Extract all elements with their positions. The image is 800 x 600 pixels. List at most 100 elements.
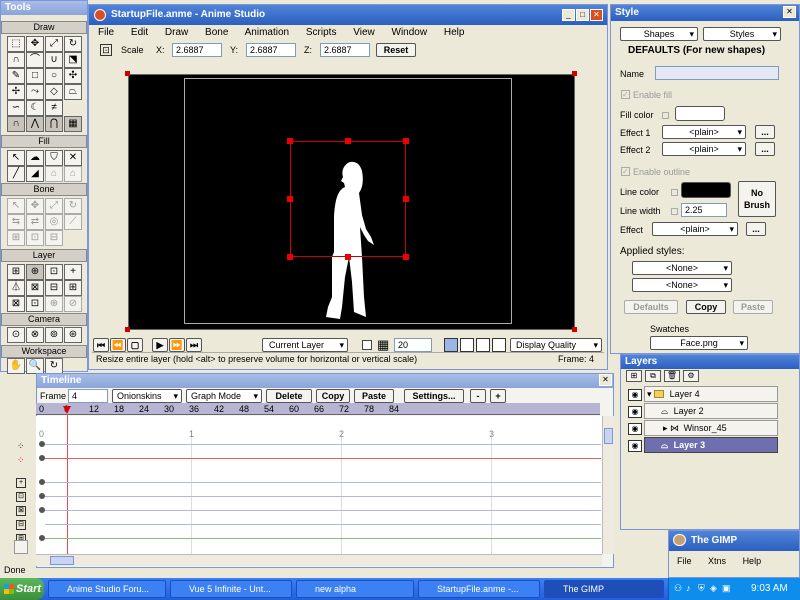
timeline-close-button[interactable]: ✕ bbox=[599, 374, 612, 386]
fill-color-swatch[interactable] bbox=[675, 106, 725, 121]
style-copy-button[interactable]: Copy bbox=[686, 300, 726, 314]
track-row[interactable] bbox=[45, 524, 601, 525]
noise-tool-icon[interactable]: ∽ bbox=[7, 100, 25, 116]
hscroll-thumb[interactable] bbox=[50, 556, 74, 565]
smooth-tool-icon[interactable]: ∩ bbox=[7, 116, 25, 132]
view-quad-icon[interactable] bbox=[492, 338, 506, 352]
fill-color-check[interactable] bbox=[662, 112, 669, 119]
duplicate-layer-icon[interactable]: ⧉ bbox=[645, 370, 661, 382]
rotate-bone-tool-icon[interactable]: ↻ bbox=[64, 198, 82, 214]
canvas[interactable] bbox=[128, 74, 575, 330]
timeline-vscroll[interactable] bbox=[602, 416, 614, 554]
enable-fill-checkbox[interactable]: ✓ bbox=[621, 90, 630, 99]
copy-keys-button[interactable]: Copy bbox=[316, 389, 350, 403]
scale-handle-tc[interactable] bbox=[345, 138, 351, 144]
prev-frame-button[interactable]: ⏪ bbox=[110, 338, 126, 352]
scale-handle-ml[interactable] bbox=[287, 196, 293, 202]
play-button[interactable]: ▶ bbox=[152, 338, 168, 352]
tray-app-icon[interactable]: ◈ bbox=[710, 583, 717, 594]
zoom-workspace-tool-icon[interactable]: 🔍 bbox=[26, 358, 44, 374]
layer-visibility-icon[interactable]: ◉ bbox=[628, 389, 642, 401]
translate-points-tool-icon[interactable]: ✥ bbox=[26, 36, 44, 52]
scale-handle-tr[interactable] bbox=[403, 138, 409, 144]
effect1-edit-button[interactable]: ... bbox=[755, 125, 775, 139]
tray-shield-icon[interactable]: ⛨ bbox=[698, 583, 705, 594]
menu-file[interactable]: File bbox=[98, 27, 114, 38]
line-width-check[interactable] bbox=[671, 208, 678, 215]
scale-handle-bc[interactable] bbox=[345, 254, 351, 260]
pan-tilt-camera-tool-icon[interactable]: ⊛ bbox=[64, 327, 82, 343]
draw-shape-tool-icon[interactable]: □ bbox=[26, 68, 44, 84]
new-layer-icon[interactable]: ⊞ bbox=[626, 370, 642, 382]
keyframe[interactable] bbox=[39, 493, 45, 499]
scale-y-input[interactable]: 2.6887 bbox=[246, 43, 296, 57]
corner-tool-icon[interactable]: ◇ bbox=[45, 84, 63, 100]
select-bone-tool-icon[interactable]: ↖ bbox=[7, 198, 25, 214]
taskbar-item-gimp[interactable]: The GIMP bbox=[544, 580, 664, 598]
shear-layer-tool-icon[interactable]: ⊠ bbox=[26, 280, 44, 296]
scale-points-tool-icon[interactable]: ⤢ bbox=[45, 36, 63, 52]
scale-bone-tool-icon[interactable]: ⤢ bbox=[45, 198, 63, 214]
display-quality-select[interactable]: Display Quality bbox=[510, 338, 602, 352]
ellipse-tool-icon[interactable]: ○ bbox=[45, 68, 63, 84]
zoom-out-button[interactable]: - bbox=[470, 389, 486, 403]
style-close-button[interactable]: ✕ bbox=[783, 6, 796, 18]
layer-visibility-icon[interactable]: ◉ bbox=[628, 423, 642, 435]
scale-x-input[interactable]: 2.6887 bbox=[172, 43, 222, 57]
applied-style1-select[interactable]: <None> bbox=[632, 261, 732, 275]
desktop-icon[interactable] bbox=[14, 540, 28, 554]
delete-layer-icon[interactable]: 🗑 bbox=[664, 370, 680, 382]
keyframe[interactable] bbox=[39, 507, 45, 513]
magnify-tool-icon[interactable]: ☾ bbox=[26, 100, 44, 116]
add-point-tool-icon[interactable]: ∩ bbox=[7, 52, 25, 68]
magnet-tool-icon[interactable]: ∪ bbox=[45, 52, 63, 68]
line-color-swatch[interactable] bbox=[681, 182, 731, 198]
menu-scripts[interactable]: Scripts bbox=[306, 27, 337, 38]
tray-volume-icon[interactable]: ♪ bbox=[686, 583, 691, 593]
view-split-h-icon[interactable] bbox=[460, 338, 474, 352]
next-frame-button[interactable]: ⏩ bbox=[169, 338, 185, 352]
expand-arrow-icon[interactable]: ▾ bbox=[647, 389, 652, 399]
delete-shape-tool-icon[interactable]: ✕ bbox=[64, 150, 82, 166]
effect-select[interactable]: <plain> bbox=[652, 222, 738, 236]
layer-row-winsor45[interactable]: ▸ ⋈ Winsor_45 bbox=[644, 420, 778, 436]
layer-row-layer2[interactable]: ⌓ Layer 2 bbox=[644, 403, 778, 419]
styles-select[interactable]: Styles bbox=[703, 27, 781, 41]
tray-clock[interactable]: 9:03 AM bbox=[751, 583, 788, 594]
patch-layer-tool-icon[interactable]: ⊕ bbox=[45, 296, 63, 312]
taskbar-item-anime-forum[interactable]: Anime Studio Foru... bbox=[48, 580, 166, 598]
select-points-tool-icon[interactable]: ⬚ bbox=[7, 36, 25, 52]
line-tool-icon[interactable]: ╱ bbox=[7, 166, 25, 182]
paste-keys-button[interactable]: Paste bbox=[354, 389, 394, 403]
eyedropper-tool-icon[interactable]: ⌂ bbox=[45, 166, 63, 182]
delete-edge-tool-icon[interactable]: ✣ bbox=[64, 68, 82, 84]
zoom-in-button[interactable]: + bbox=[490, 389, 506, 403]
layer-row-layer4[interactable]: ▾ Layer 4 bbox=[644, 386, 778, 402]
menu-draw[interactable]: Draw bbox=[165, 27, 188, 38]
no-brush-button[interactable]: No Brush bbox=[738, 181, 776, 217]
freehand-tool-icon[interactable]: ✎ bbox=[7, 68, 25, 84]
effect-edit-button[interactable]: ... bbox=[746, 222, 766, 236]
roll-camera-tool-icon[interactable]: ⊚ bbox=[45, 327, 63, 343]
line-color-check[interactable] bbox=[671, 189, 678, 196]
pan-workspace-tool-icon[interactable]: ✋ bbox=[7, 358, 25, 374]
curvature-tool-icon[interactable]: ⌒ bbox=[26, 52, 44, 68]
hide-edge-tool-icon[interactable]: ≠ bbox=[45, 100, 63, 116]
stroke-tool-icon[interactable]: ◢ bbox=[26, 166, 44, 182]
tray-display-icon[interactable]: ▣ bbox=[722, 583, 731, 594]
shear-tool-icon[interactable]: ⬔ bbox=[64, 52, 82, 68]
track-row[interactable] bbox=[45, 510, 601, 511]
style-paste-button[interactable]: Paste bbox=[733, 300, 773, 314]
enable-outline-checkbox[interactable]: ✓ bbox=[621, 167, 630, 176]
settings-button[interactable]: Settings... bbox=[404, 389, 464, 403]
particle-layer-tool-icon[interactable]: ⊡ bbox=[26, 296, 44, 312]
menu-edit[interactable]: Edit bbox=[131, 27, 148, 38]
hide-shape-tool-icon[interactable]: ⌂ bbox=[64, 166, 82, 182]
track-row[interactable] bbox=[45, 496, 601, 497]
delete-keys-button[interactable]: Delete bbox=[266, 389, 312, 403]
frame-input[interactable]: 4 bbox=[68, 389, 108, 403]
grid-checkbox[interactable] bbox=[362, 340, 372, 350]
effect1-select[interactable]: <plain> bbox=[662, 125, 746, 139]
applied-style2-select[interactable]: <None> bbox=[632, 278, 732, 292]
line-width-tool-icon[interactable]: ▦ bbox=[64, 116, 82, 132]
